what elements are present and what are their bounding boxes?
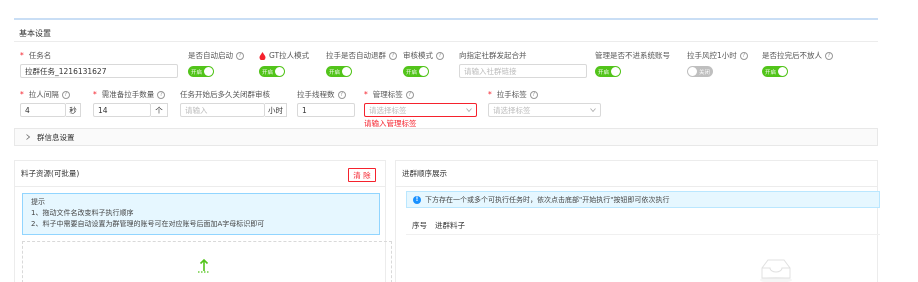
order-panel: 进群顺序展示 ! 下方存在一个或多个可执行任务时，依次点击底部"开始执行"按钮即… (395, 160, 880, 282)
manager-tag-select[interactable]: 请选择标签 (364, 103, 477, 117)
upload-dropzone[interactable] (22, 241, 392, 282)
chevron-down-icon (590, 108, 596, 113)
tip-line-1: 1、拖动文件名改变料子执行顺序 (31, 209, 134, 217)
audit-mode-switch[interactable]: 开启 (403, 66, 429, 77)
help-icon[interactable]: ? (157, 90, 166, 99)
puller-risk-switch[interactable]: 关闭 (687, 66, 713, 77)
help-icon[interactable]: ? (61, 90, 70, 99)
no-after-full-switch[interactable]: 开启 (762, 66, 788, 77)
help-icon[interactable]: ? (405, 90, 414, 99)
no-after-full-label: 是否拉完后不放人? (762, 50, 833, 61)
pull-interval-label: * 拉人间隔? (20, 89, 70, 100)
tip-line-2: 2、料子中需要自动设置为群管理的账号可在对应账号后面加A字母标识即可 (31, 220, 265, 228)
materials-panel: 料子资源(可批量) 清 除 提示 1、拖动文件名改变料子执行顺序 2、料子中需要… (14, 160, 392, 282)
puller-count-unit: 个 (151, 103, 168, 117)
task-name-input[interactable]: 拉群任务_1216131627 (20, 64, 178, 78)
merge-community-input[interactable]: 请输入社群链接 (459, 64, 587, 78)
help-icon[interactable]: ? (236, 51, 244, 60)
puller-tag-label: * 拉手标签? (488, 89, 538, 100)
puller-tag-select[interactable]: 请选择标签 (488, 103, 601, 117)
help-icon[interactable]: ? (739, 51, 748, 60)
auto-start-label: 是否自动启动? (188, 50, 244, 61)
puller-auto-quit-label: 拉手是否自动退群? (326, 50, 397, 61)
order-panel-title: 进群顺序展示 (396, 161, 877, 187)
group-info-collapse[interactable]: 群信息设置 (14, 128, 878, 146)
puller-threads-label: 拉手线程数? (297, 89, 346, 100)
section-divider (14, 41, 878, 42)
pull-interval-input[interactable]: 4 (20, 103, 66, 117)
close-audit-label: 任务开始后多久关闭群审核 (180, 90, 270, 99)
help-icon[interactable]: ? (337, 90, 346, 99)
section-title: 基本设置 (19, 29, 51, 38)
audit-mode-label: 审核模式? (403, 50, 444, 61)
flame-icon (259, 51, 266, 60)
info-icon: ! (413, 195, 421, 204)
puller-risk-label: 拉手风控1小时? (687, 50, 748, 61)
empty-box-icon (760, 259, 792, 282)
order-info-bar: ! 下方存在一个或多个可执行任务时，依次点击底部"开始执行"按钮即可依次执行 (406, 191, 880, 208)
puller-auto-quit-switch[interactable]: 开启 (326, 66, 352, 77)
group-info-label: 群信息设置 (37, 132, 75, 142)
help-icon[interactable]: ? (825, 51, 833, 60)
chevron-right-icon (26, 134, 31, 140)
pull-interval-unit: 秒 (66, 103, 81, 117)
auto-start-switch[interactable]: 开启 (188, 66, 214, 77)
help-icon[interactable]: ? (389, 51, 397, 60)
top-accent-line (14, 18, 878, 20)
gt-mode-label: GT拉人模式 (259, 50, 309, 61)
help-icon[interactable]: ? (529, 90, 538, 99)
col-index: 序号 (412, 221, 427, 230)
upload-icon (198, 258, 210, 273)
close-audit-unit: 小时 (265, 103, 287, 117)
close-audit-input[interactable]: 请输入 (180, 103, 265, 117)
gt-mode-switch[interactable]: 开启 (259, 66, 285, 77)
clear-button[interactable]: 清 除 (348, 168, 376, 182)
tip-title: 提示 (31, 198, 45, 206)
order-table-header: 序号 进群料子 (406, 217, 880, 235)
help-icon[interactable]: ? (436, 51, 444, 60)
manager-not-system-switch[interactable]: 开启 (595, 66, 621, 77)
materials-panel-title: 料子资源(可批量) (15, 161, 385, 187)
puller-count-input[interactable]: 14 (93, 103, 151, 117)
order-info-text: 下方存在一个或多个可执行任务时，依次点击底部"开始执行"按钮即可依次执行 (425, 195, 670, 204)
chevron-down-icon (466, 108, 472, 113)
puller-threads-input[interactable]: 1 (297, 103, 355, 117)
puller-count-label: * 需准备拉手数量? (93, 89, 166, 100)
task-name-label: * 任务名 (20, 51, 52, 60)
merge-community-label: 向指定社群发起合并 (459, 51, 527, 60)
col-material: 进群料子 (435, 221, 465, 230)
manager-not-system-label: 管理是否不进系统账号 (595, 51, 670, 60)
materials-tip: 提示 1、拖动文件名改变料子执行顺序 2、料子中需要自动设置为群管理的账号可在对… (22, 193, 380, 235)
manager-tag-label: * 管理标签? (364, 89, 414, 100)
